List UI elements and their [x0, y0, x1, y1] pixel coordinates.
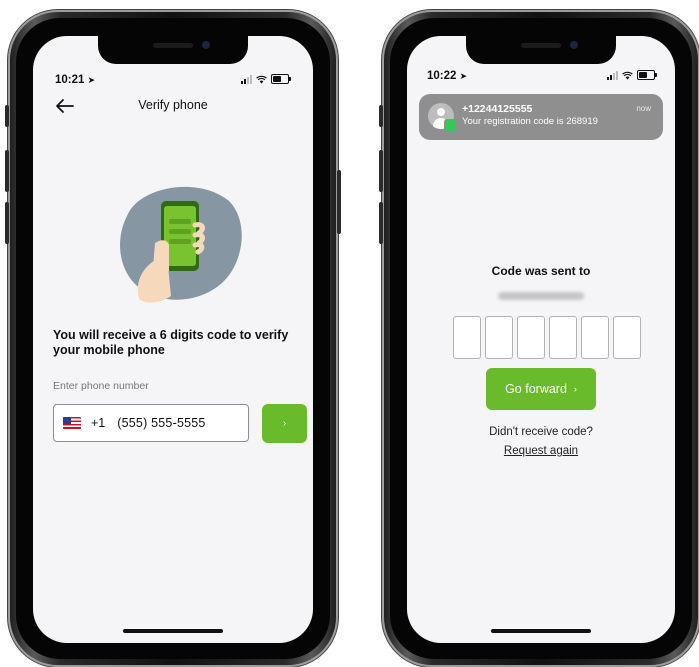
us-flag-icon[interactable] [63, 417, 81, 429]
phone-number-value: (555) 555-5555 [117, 416, 206, 430]
battery-icon [271, 74, 291, 84]
code-input-group [453, 316, 641, 359]
notification-sender: +12244125555 [462, 103, 533, 115]
volume-down-button [5, 202, 9, 244]
signal-icon [607, 70, 618, 80]
phone-illustration [120, 186, 242, 303]
code-digit-1[interactable] [453, 316, 481, 359]
phone-number-input[interactable]: +1 (555) 555-5555 [53, 404, 249, 442]
code-digit-2[interactable] [485, 316, 513, 359]
code-digit-5[interactable] [581, 316, 609, 359]
instruction-heading: You will receive a 6 digits code to veri… [53, 328, 289, 357]
stage: 10:21 ➤ Verify phone You will receive a … [0, 0, 699, 667]
battery-icon [637, 70, 657, 80]
volume-up-button [379, 150, 383, 192]
sms-notification[interactable]: +12244125555 Your registration code is 2… [419, 94, 663, 140]
bezel: 10:21 ➤ Verify phone You will receive a … [16, 18, 330, 659]
home-indicator[interactable] [491, 629, 591, 633]
bezel: 10:22 ➤ +12244125555 Your registration c… [390, 18, 692, 659]
messages-app-icon [444, 119, 457, 132]
code-sent-heading: Code was sent to [491, 264, 591, 278]
mute-switch [5, 105, 9, 127]
go-forward-label: Go forward [505, 382, 567, 396]
page-title: Verify phone [138, 98, 208, 112]
notch [466, 36, 616, 64]
go-forward-button[interactable]: Go forward › [486, 368, 596, 410]
status-time: 10:22 ➤ [427, 70, 468, 82]
masked-phone-number [498, 292, 584, 300]
speaker [153, 43, 193, 48]
volume-up-button [5, 150, 9, 192]
status-bar: 10:21 ➤ [33, 74, 313, 92]
notch [98, 36, 248, 64]
volume-down-button [379, 202, 383, 244]
dial-code: +1 [91, 416, 106, 430]
chevron-right-icon: › [282, 418, 287, 429]
code-digit-6[interactable] [613, 316, 641, 359]
code-digit-4[interactable] [549, 316, 577, 359]
wifi-icon [256, 75, 267, 84]
status-icons [241, 74, 291, 84]
wifi-icon [622, 71, 633, 80]
location-arrow-icon: ➤ [459, 71, 468, 81]
status-icons [607, 70, 657, 80]
phone-frame-right: 10:22 ➤ +12244125555 Your registration c… [379, 10, 699, 667]
location-arrow-icon: ➤ [87, 75, 96, 85]
signal-icon [241, 74, 252, 84]
power-button [337, 170, 341, 234]
phone-frame-left: 10:21 ➤ Verify phone You will receive a … [5, 10, 341, 667]
no-code-text: Didn't receive code? [489, 426, 593, 438]
chevron-right-icon: › [573, 384, 577, 394]
screen-enter-code: 10:22 ➤ +12244125555 Your registration c… [407, 36, 675, 643]
status-bar: 10:22 ➤ [407, 70, 675, 88]
front-camera [202, 41, 210, 49]
mute-switch [379, 105, 383, 127]
speaker [521, 43, 561, 48]
screen-verify-phone: 10:21 ➤ Verify phone You will receive a … [33, 36, 313, 643]
next-button[interactable]: › [262, 404, 307, 443]
front-camera [570, 41, 578, 49]
status-time: 10:21 ➤ [55, 74, 96, 86]
request-again-link[interactable]: Request again [504, 445, 578, 457]
code-digit-3[interactable] [517, 316, 545, 359]
notification-message: Your registration code is 268919 [462, 116, 598, 127]
request-again-row: Request again [407, 445, 675, 457]
phone-field-label: Enter phone number [53, 380, 149, 392]
notification-time: now [636, 104, 651, 113]
home-indicator[interactable] [123, 629, 223, 633]
